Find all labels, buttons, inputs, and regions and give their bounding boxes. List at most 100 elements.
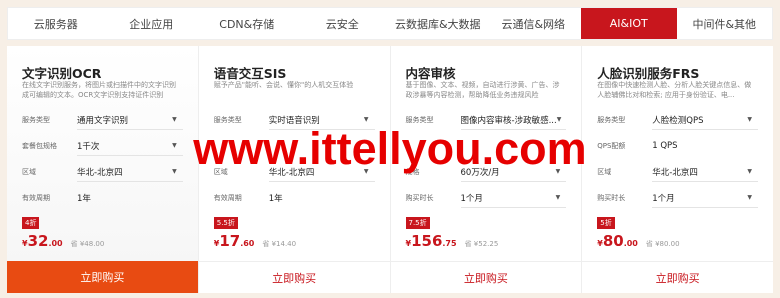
region-select[interactable]: 华北-北京四 ▼ [77,162,183,182]
discount-badge: 5折 [597,217,615,229]
option-row: 规格 60万次/月 ▼ [406,162,567,182]
price: ¥ 32 .00 省 ¥48.00 [22,232,104,250]
price-decimal: .00 [48,239,63,248]
qps-quota-value: 1 QPS [652,136,758,156]
caret-down-icon: ▼ [172,142,177,149]
card-description: 在线文字识别服务，将图片或扫描件中的文字识别成可编辑的文本。OCR文字识别支持证… [22,81,176,99]
option-label: 有效周期 [22,194,50,202]
tab-communication-network[interactable]: 云通信&网络 [486,8,582,39]
validity-value: 1年 [269,188,375,208]
option-value: 通用文字识别 [77,115,129,126]
option-row: 套餐包规格 1千次 ▼ [22,136,183,156]
package-spec-select[interactable]: 1千次 ▼ [77,136,183,156]
price: ¥ 80 .00 省 ¥80.00 [597,232,679,250]
option-label: 购买时长 [405,194,434,202]
option-row: 区域 华北-北京四 ▼ [22,162,183,182]
buy-now-button[interactable]: 立即购买 [7,261,198,293]
tab-cdn-storage[interactable]: CDN&存储 [199,8,295,39]
caret-down-icon: ▼ [363,116,369,123]
service-type-select[interactable]: 实时语音识别 ▼ [268,110,375,130]
option-value: 华北-北京四 [77,167,123,178]
tab-ai-iot[interactable]: AI&IOT [581,8,677,39]
tab-enterprise-apps[interactable]: 企业应用 [104,8,200,39]
option-label: 区域 [22,168,36,176]
savings-amount: 省 ¥52.25 [464,240,499,248]
region-select[interactable]: 华北-北京四 ▼ [652,162,758,182]
option-value: 华北-北京四 [652,167,698,178]
option-label: 服务类型 [22,116,50,124]
caret-down-icon: ▼ [747,116,752,123]
tab-cloud-server[interactable]: 云服务器 [8,8,104,39]
discount-badge: 5.5折 [213,217,238,229]
price-decimal: .75 [442,239,457,248]
validity-value: 1年 [77,188,183,208]
option-row: 服务类型 图像内容审核-涉政敏感... ▼ [406,110,567,130]
option-value: 1千次 [77,141,100,152]
option-value: 60万次/月 [460,167,500,178]
caret-down-icon: ▼ [172,116,177,123]
card-description: 赋予产品"能听、会说、懂你"的人机交互体验 [213,81,354,89]
price-integer: 32 [27,232,49,250]
option-row: 有效周期 1年 [214,188,375,208]
option-row: 区域 华北-北京四 ▼ [597,162,758,182]
card-description: 在图像中快速检测人脸、分析人脸关键点信息、做人脸辅佛比对和检索; 应用于身份验证… [597,81,752,99]
option-label: 有效周期 [213,194,242,202]
option-value: 华北-北京四 [268,167,315,178]
price-decimal: .60 [240,239,255,248]
option-label: 服务类型 [405,116,434,124]
caret-down-icon: ▼ [556,116,562,123]
product-cards: 文字识别OCR 在线文字识别服务，将图片或扫描件中的文字识别成可编辑的文本。OC… [7,46,773,293]
buy-now-button[interactable]: 立即购买 [582,261,773,293]
price-integer: 80 [602,232,624,250]
product-card-frs: 人脸识别服务FRS 在图像中快速检测人脸、分析人脸关键点信息、做人脸辅佛比对和检… [582,46,773,293]
option-value: 1年 [77,194,91,204]
price-integer: 156 [411,232,443,250]
caret-down-icon: ▼ [747,194,752,201]
savings-amount: 省 ¥80.00 [645,240,680,248]
buy-now-button[interactable]: 立即购买 [390,261,582,293]
option-label: 服务类型 [597,116,626,124]
option-label: 套餐包规格 [22,142,57,150]
product-card-sis: 语音交互SIS 赋予产品"能听、会说、懂你"的人机交互体验 服务类型 实时语音识… [198,46,391,293]
option-value: 1个月 [460,193,483,204]
spec-select[interactable]: 60万次/月 ▼ [460,162,567,182]
duration-select[interactable]: 1个月 ▼ [460,188,567,208]
savings-amount: 省 ¥48.00 [70,240,105,248]
option-label: 购买时长 [597,194,626,202]
option-value: 1个月 [652,193,675,204]
option-row: 服务类型 通用文字识别 ▼ [22,110,183,130]
service-type-select[interactable]: 图像内容审核-涉政敏感... ▼ [460,110,567,130]
option-label: 区域 [213,168,228,176]
buy-now-button[interactable]: 立即购买 [198,261,390,293]
duration-select[interactable]: 1个月 ▼ [652,188,758,208]
caret-down-icon: ▼ [363,168,369,175]
caret-down-icon: ▼ [172,168,177,175]
product-card-ocr: 文字识别OCR 在线文字识别服务，将图片或扫描件中的文字识别成可编辑的文本。OC… [7,46,199,293]
discount-badge: 7.5折 [405,217,430,229]
option-label: 区域 [597,168,612,176]
option-value: 实时语音识别 [268,115,320,126]
option-value: 人脸检测QPS [652,115,704,126]
savings-amount: 省 ¥14.40 [262,240,297,248]
tab-middleware-other[interactable]: 中间件&其他 [677,8,773,39]
option-row: 有效周期 1年 [22,188,183,208]
option-row: 服务类型 人脸检测QPS ▼ [597,110,758,130]
option-row: 区域 华北-北京四 ▼ [214,162,375,182]
caret-down-icon: ▼ [747,168,752,175]
option-label: 规格 [405,168,420,176]
option-row: 购买时长 1个月 ▼ [597,188,758,208]
service-type-select[interactable]: 通用文字识别 ▼ [77,110,183,130]
service-type-select[interactable]: 人脸检测QPS ▼ [652,110,758,130]
caret-down-icon: ▼ [555,194,561,201]
tab-cloud-security[interactable]: 云安全 [295,8,391,39]
option-row: 购买时长 1个月 ▼ [406,188,567,208]
option-label: QPS配额 [597,142,626,150]
region-select[interactable]: 华北-北京四 ▼ [268,162,375,182]
category-tabs: 云服务器 企业应用 CDN&存储 云安全 云数据库&大数据 云通信&网络 AI&… [7,7,773,40]
price-decimal: .00 [623,239,638,248]
tab-database-bigdata[interactable]: 云数据库&大数据 [390,8,486,39]
option-value: 图像内容审核-涉政敏感... [460,115,557,126]
option-row: 服务类型 实时语音识别 ▼ [214,110,375,130]
caret-down-icon: ▼ [555,168,561,175]
price: ¥ 17 .60 省 ¥14.40 [214,232,296,250]
